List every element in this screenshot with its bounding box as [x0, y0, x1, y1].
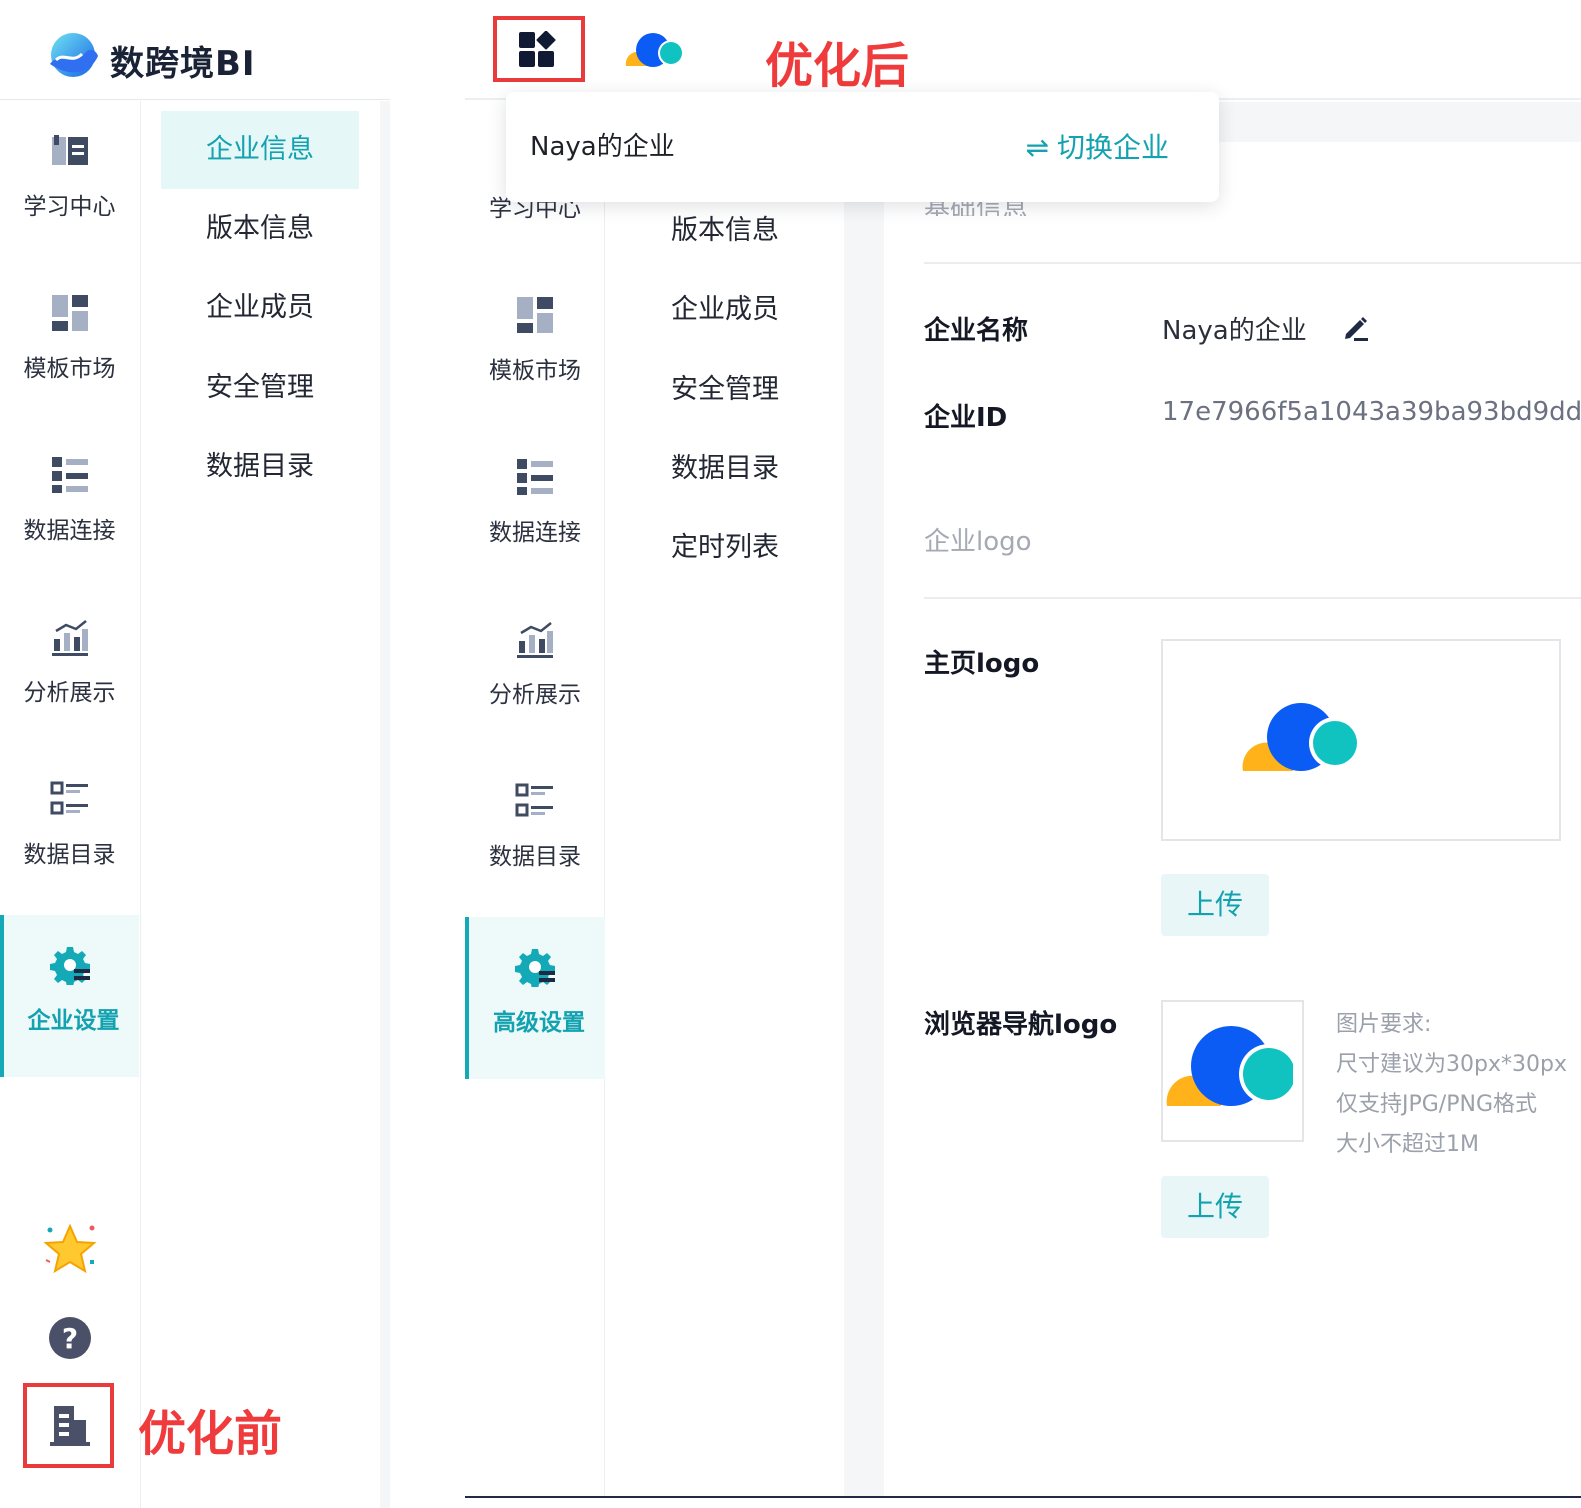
catalog-icon	[515, 783, 553, 817]
annotation-after: 优化后	[765, 38, 910, 94]
right-nav-item-analysis[interactable]: 分析展示	[465, 589, 605, 751]
right-nav-item-catalog[interactable]: 数据目录	[465, 751, 605, 913]
left-nav-item-analysis[interactable]: 分析展示	[0, 587, 139, 749]
swap-arrows-icon: ⇌	[1025, 131, 1049, 164]
nav-label: 学习中心	[23, 194, 116, 220]
left-nav-item-catalog[interactable]: 数据目录	[0, 749, 139, 911]
requirement-line: 尺寸建议为30px*30px	[1336, 1052, 1567, 1077]
home-logo-preview	[1161, 639, 1561, 841]
right-sub-item-schedule[interactable]: 定时列表	[606, 509, 844, 587]
nav-logo-label: 浏览器导航logo	[924, 1010, 1118, 1040]
divider	[924, 597, 1581, 599]
star-celebration-icon[interactable]	[40, 1220, 100, 1280]
template-icon	[52, 295, 88, 331]
apps-switch-icon[interactable]	[518, 31, 556, 69]
left-panel-edge	[380, 101, 390, 1508]
gear-icon	[515, 949, 555, 987]
switch-org-label: 切换企业	[1056, 131, 1169, 164]
right-nav-item-advanced-settings[interactable]: 高级设置	[465, 917, 605, 1079]
right-sub-item-members[interactable]: 企业成员	[606, 271, 844, 349]
brand-logo-icon	[50, 33, 98, 77]
org-name-label: 企业名称	[924, 316, 1029, 346]
right-sub-item-catalog[interactable]: 数据目录	[606, 430, 844, 508]
data-connect-icon	[517, 459, 553, 495]
org-switch-dropdown: Naya的企业 ⇌ 切换企业	[506, 92, 1219, 202]
right-nav-item-data-connect[interactable]: 数据连接	[465, 427, 605, 589]
home-logo-image-icon	[1242, 703, 1361, 771]
org-id-label: 企业ID	[924, 403, 1008, 433]
org-name-value: Naya的企业	[1162, 316, 1307, 346]
left-nav-item-learning[interactable]: 学习中心	[0, 101, 139, 263]
building-icon[interactable]	[50, 1404, 90, 1446]
left-sub-item-catalog[interactable]: 数据目录	[161, 428, 359, 506]
template-icon	[517, 297, 553, 333]
nav-label: 模板市场	[489, 358, 581, 384]
nav-label: 数据目录	[489, 844, 581, 870]
nav-logo-upload-button[interactable]: 上传	[1161, 1176, 1269, 1238]
org-logo-label: 企业logo	[924, 527, 1032, 557]
nav-logo-preview	[1161, 1000, 1304, 1142]
right-sub-item-security[interactable]: 安全管理	[606, 351, 844, 429]
nav-label: 数据目录	[23, 842, 116, 868]
nav-label: 高级设置	[493, 1010, 585, 1036]
left-sub-item-members[interactable]: 企业成员	[161, 269, 359, 347]
left-sub-item-org-info[interactable]: 企业信息	[161, 111, 359, 189]
nav-label: 企业设置	[27, 1008, 120, 1034]
brand-name: 数跨境BI	[110, 44, 256, 84]
nav-label: 数据连接	[489, 520, 581, 546]
home-logo-upload-button[interactable]: 上传	[1161, 874, 1269, 936]
org-logo-icon[interactable]	[624, 30, 686, 70]
nav-label: 数据连接	[23, 518, 116, 544]
data-connect-icon	[52, 457, 88, 493]
edit-icon[interactable]	[1342, 314, 1370, 342]
left-nav-item-templates[interactable]: 模板市场	[0, 263, 139, 425]
chart-icon	[52, 620, 88, 656]
nav-label: 分析展示	[23, 680, 116, 706]
book-icon	[52, 135, 88, 165]
right-nav-item-templates[interactable]: 模板市场	[465, 265, 605, 427]
left-nav-item-org-settings[interactable]: 企业设置	[0, 915, 139, 1077]
switch-org-button[interactable]: ⇌ 切换企业	[1026, 126, 1169, 166]
dropdown-org-name: Naya的企业	[530, 132, 675, 162]
svg-text:?: ?	[62, 1322, 78, 1355]
left-nav-item-data-connect[interactable]: 数据连接	[0, 425, 139, 587]
nav-label: 分析展示	[489, 682, 581, 708]
requirement-line: 图片要求:	[1336, 1012, 1432, 1037]
left-sub-item-version[interactable]: 版本信息	[161, 190, 359, 268]
gear-icon	[50, 947, 90, 985]
chart-icon	[517, 622, 553, 658]
requirement-line: 大小不超过1M	[1336, 1132, 1479, 1157]
help-icon[interactable]: ?	[48, 1316, 92, 1360]
left-sub-item-security[interactable]: 安全管理	[161, 349, 359, 427]
nav-label: 模板市场	[23, 356, 116, 382]
right-gap	[844, 102, 884, 1496]
annotation-before: 优化前	[138, 1406, 283, 1462]
catalog-icon	[50, 781, 88, 815]
home-logo-label: 主页logo	[924, 649, 1040, 679]
requirement-line: 仅支持JPG/PNG格式	[1336, 1092, 1537, 1117]
right-sub-item-version[interactable]: 版本信息	[606, 192, 844, 270]
right-panel-bottom-edge	[465, 1496, 1581, 1508]
divider	[924, 262, 1581, 264]
nav-logo-image-icon	[1166, 1026, 1293, 1106]
org-id-value: 17e7966f5a1043a39ba93bd9dd0	[1162, 397, 1581, 427]
